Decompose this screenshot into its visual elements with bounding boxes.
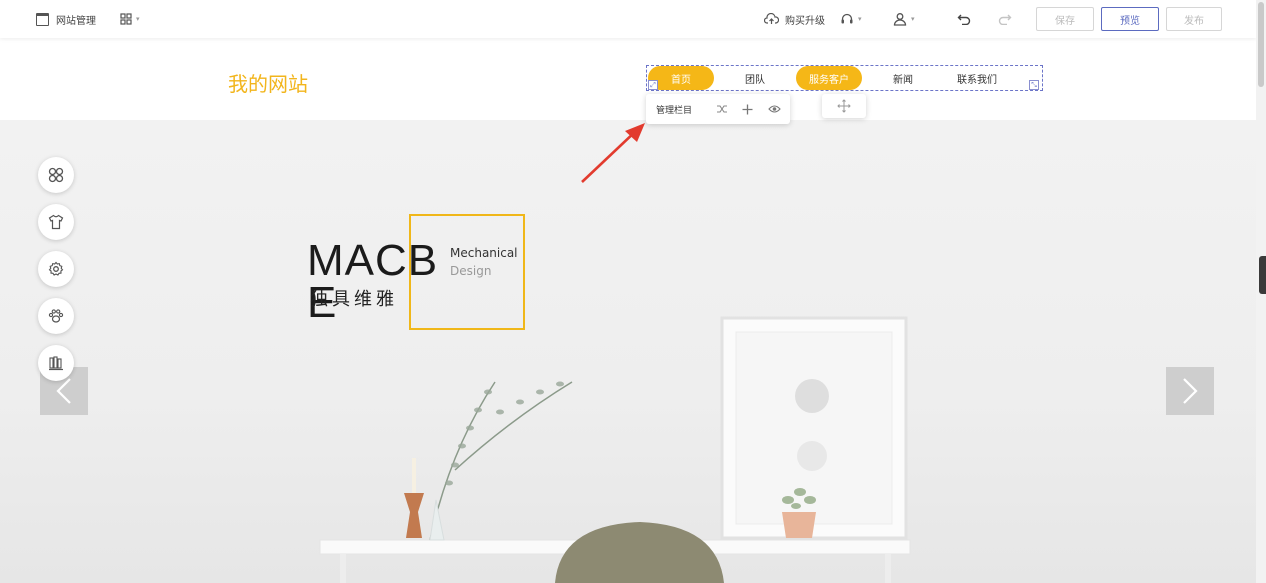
site-header: 我的网站 首页 团队 服务客户 新闻 联系我们 ⤢ ⤡ 管理栏目 bbox=[0, 38, 1256, 124]
headset-icon bbox=[841, 13, 853, 24]
redo-icon bbox=[998, 14, 1012, 25]
annotation-arrow bbox=[581, 123, 645, 183]
paw-icon bbox=[48, 309, 64, 323]
scrollbar-thumb[interactable] bbox=[1258, 2, 1264, 87]
publish-button[interactable]: 发布 bbox=[1166, 7, 1222, 31]
books-icon bbox=[49, 356, 63, 371]
manage-columns-button[interactable]: 管理栏目 bbox=[656, 103, 692, 116]
carousel-next-button[interactable] bbox=[1166, 367, 1214, 415]
undo-button[interactable] bbox=[957, 0, 971, 38]
chevron-down-icon: ▾ bbox=[858, 15, 862, 23]
nav-item-service-clients[interactable]: 服务客户 bbox=[796, 66, 862, 90]
move-icon bbox=[837, 99, 851, 113]
resize-handle-bottom-left[interactable]: ⤢ bbox=[648, 80, 658, 90]
left-tool-library[interactable] bbox=[38, 345, 74, 381]
site-title[interactable]: 我的网站 bbox=[228, 68, 308, 97]
brand-tagline-design: Design bbox=[450, 264, 492, 278]
tshirt-icon bbox=[48, 214, 64, 230]
chevron-down-icon: ▾ bbox=[911, 15, 915, 23]
chevron-down-icon: ▾ bbox=[136, 15, 140, 23]
grid-icon bbox=[120, 13, 132, 25]
site-manage-menu[interactable]: 网站管理 bbox=[36, 0, 96, 38]
undo-icon bbox=[957, 14, 971, 25]
left-tool-theme[interactable] bbox=[38, 204, 74, 240]
left-tool-settings[interactable] bbox=[38, 251, 74, 287]
user-icon bbox=[893, 13, 907, 26]
plus-icon[interactable] bbox=[742, 104, 753, 115]
left-tool-components[interactable] bbox=[38, 157, 74, 193]
editor-topbar: 网站管理 ▾ 购买升级 ▾ ▾ 保存 预览 发布 bbox=[0, 0, 1256, 38]
brand-slogan: 独具维雅 bbox=[310, 289, 398, 310]
cloud-upload-icon bbox=[764, 13, 779, 24]
left-tool-pets[interactable] bbox=[38, 298, 74, 334]
grid-icon bbox=[48, 167, 64, 183]
preview-button[interactable]: 预览 bbox=[1101, 7, 1159, 31]
nav-item-news[interactable]: 新闻 bbox=[870, 66, 936, 90]
brand-name: MACBE bbox=[307, 236, 439, 327]
buy-upgrade-button[interactable]: 购买升级 bbox=[764, 0, 825, 38]
nav-item-contact[interactable]: 联系我们 bbox=[944, 66, 1010, 90]
move-handle[interactable] bbox=[822, 94, 866, 118]
shuffle-icon[interactable] bbox=[716, 104, 728, 114]
chevron-left-icon bbox=[56, 378, 71, 404]
eye-icon[interactable] bbox=[768, 104, 781, 114]
nav-floating-toolbar: 管理栏目 bbox=[646, 94, 790, 124]
gear-icon bbox=[48, 261, 64, 276]
apps-menu[interactable]: ▾ bbox=[120, 0, 140, 38]
chevron-right-icon bbox=[1183, 378, 1198, 404]
support-menu[interactable]: ▾ bbox=[840, 0, 862, 38]
resize-handle-bottom-right[interactable]: ⤡ bbox=[1029, 80, 1039, 90]
nav-item-team[interactable]: 团队 bbox=[722, 66, 788, 90]
buy-upgrade-label: 购买升级 bbox=[785, 15, 825, 27]
redo-button[interactable] bbox=[998, 0, 1012, 38]
side-panel-tab[interactable] bbox=[1259, 256, 1266, 294]
brand-tagline-mechanical: Mechanical bbox=[450, 246, 518, 260]
account-menu[interactable]: ▾ bbox=[893, 0, 915, 38]
window-icon bbox=[36, 12, 49, 26]
site-manage-label: 网站管理 bbox=[56, 15, 96, 27]
save-button[interactable]: 保存 bbox=[1036, 7, 1094, 31]
